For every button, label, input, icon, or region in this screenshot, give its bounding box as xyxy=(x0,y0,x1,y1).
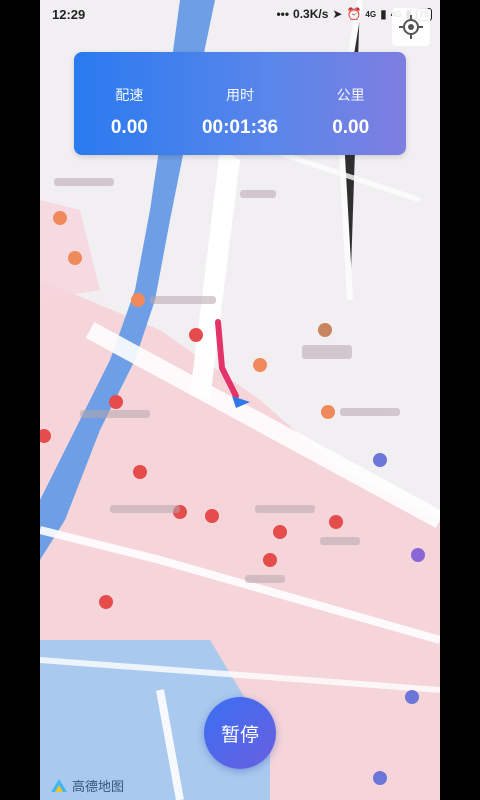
signal-1-label: 4G xyxy=(365,9,377,19)
status-bar: 12:29 ••• 0.3K/s ➤ ⏰ 4G ▮ 4G ▮ 75 xyxy=(40,0,440,30)
alarm-icon: ⏰ xyxy=(346,7,362,21)
amap-logo: 高德地图 xyxy=(50,776,124,795)
time-stat: 用时 00:01:36 xyxy=(185,52,296,155)
pace-value: 0.00 xyxy=(110,117,148,138)
phone-screen: 12:29 ••• 0.3K/s ➤ ⏰ 4G ▮ 4G ▮ 75 配速 0.0… xyxy=(40,0,440,800)
run-stats-card: 配速 0.00 用时 00:01:36 公里 0.00 xyxy=(74,52,406,155)
net-speed: 0.3K/s xyxy=(293,7,329,21)
pause-button[interactable]: 暂停 xyxy=(204,697,276,769)
distance-stat: 公里 0.00 xyxy=(295,52,406,155)
amap-logo-text: 高德地图 xyxy=(72,779,125,794)
pace-label: 配速 xyxy=(115,87,144,103)
time-label: 用时 xyxy=(226,87,254,103)
locate-button[interactable] xyxy=(392,8,430,46)
status-time: 12:29 xyxy=(52,7,86,22)
distance-value: 0.00 xyxy=(332,117,370,138)
location-arrow-icon: ➤ xyxy=(332,7,343,21)
amap-logo-icon xyxy=(51,778,67,792)
time-value: 00:01:36 xyxy=(201,117,279,138)
crosshair-icon xyxy=(399,15,423,39)
signal-bars-1-icon: ▮ xyxy=(380,7,387,21)
distance-label: 公里 xyxy=(336,87,365,103)
dots-icon: ••• xyxy=(276,7,290,21)
pace-stat: 配速 0.00 xyxy=(74,52,185,155)
